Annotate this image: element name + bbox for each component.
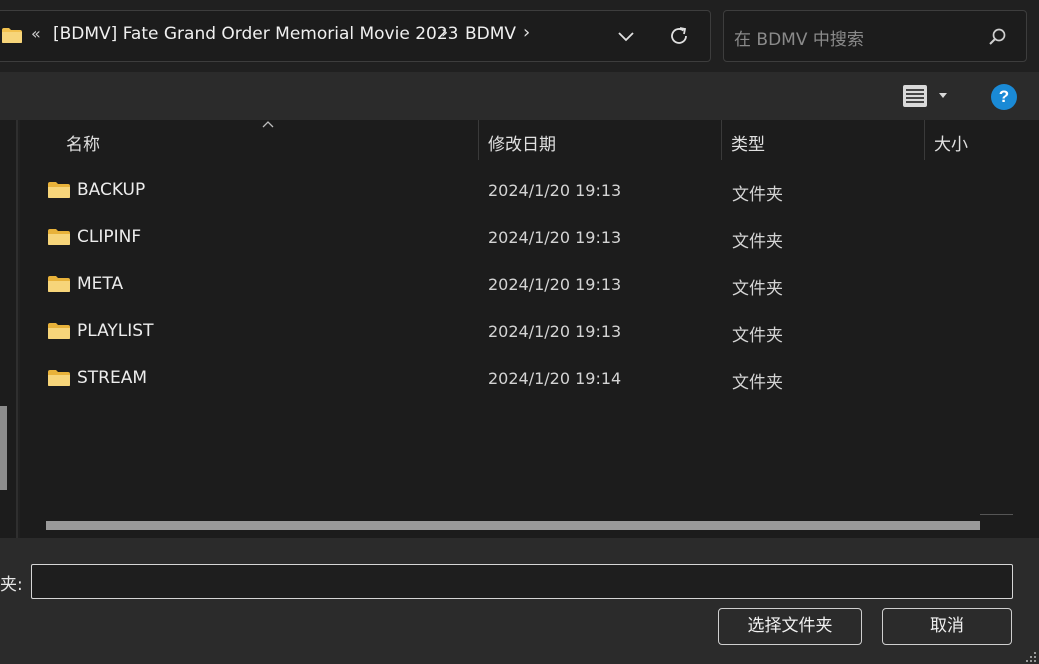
chevron-down-icon[interactable] — [615, 25, 637, 47]
column-header-modified-label: 修改日期 — [488, 135, 556, 155]
help-icon[interactable]: ? — [991, 84, 1017, 110]
dialog-footer: 夹: 选择文件夹 取消 — [0, 538, 1039, 664]
scrollbar-corner — [980, 514, 1013, 515]
folder-field-label: 夹: — [0, 575, 23, 595]
file-list: 名称 修改日期 类型 大小 BACKUP 2024/1/20 19:13 文件夹… — [20, 120, 1039, 538]
file-name: CLIPINF — [77, 227, 142, 247]
search-box[interactable]: 在 BDMV 中搜索 — [723, 10, 1027, 62]
folder-icon — [48, 182, 70, 198]
view-options-icon[interactable] — [902, 84, 928, 108]
file-name: META — [77, 274, 124, 294]
file-type: 文件夹 — [732, 232, 783, 252]
resize-grip-icon[interactable] — [1022, 648, 1038, 664]
folder-name-input[interactable] — [31, 564, 1013, 599]
folder-icon — [48, 323, 70, 339]
caret-down-icon[interactable] — [938, 92, 948, 100]
file-row[interactable]: PLAYLIST 2024/1/20 19:13 文件夹 — [20, 308, 1039, 355]
file-modified: 2024/1/20 19:13 — [488, 181, 622, 200]
address-bar-area: « [BDMV] Fate Grand Order Memorial Movie… — [0, 0, 1039, 72]
toolbar: ? — [0, 72, 1039, 120]
file-row[interactable]: STREAM 2024/1/20 19:14 文件夹 — [20, 355, 1039, 402]
select-folder-button[interactable]: 选择文件夹 — [718, 608, 862, 645]
file-type: 文件夹 — [732, 185, 783, 205]
file-name: BACKUP — [77, 180, 146, 200]
breadcrumb-separator[interactable]: › — [523, 22, 530, 43]
sort-ascending-icon — [262, 121, 274, 128]
horizontal-scrollbar-thumb[interactable] — [46, 521, 980, 530]
folder-icon — [48, 370, 70, 386]
breadcrumb-separator[interactable]: › — [441, 22, 448, 43]
file-name: PLAYLIST — [77, 321, 154, 341]
breadcrumb-item-parent[interactable]: [BDMV] Fate Grand Order Memorial Movie 2… — [53, 24, 458, 44]
file-type: 文件夹 — [732, 373, 783, 393]
column-header-type[interactable]: 类型 — [722, 120, 924, 164]
cancel-button[interactable]: 取消 — [882, 608, 1012, 645]
file-modified: 2024/1/20 19:13 — [488, 275, 622, 294]
file-modified: 2024/1/20 19:13 — [488, 322, 622, 341]
column-header-size[interactable]: 大小 — [925, 120, 1039, 164]
column-header-name[interactable]: 名称 — [20, 120, 478, 164]
column-header-modified[interactable]: 修改日期 — [479, 120, 721, 164]
file-row[interactable]: CLIPINF 2024/1/20 19:13 文件夹 — [20, 214, 1039, 261]
folder-icon — [48, 229, 70, 245]
refresh-icon[interactable] — [667, 24, 691, 48]
navigation-scrollbar-thumb[interactable] — [0, 406, 7, 490]
column-header-size-label: 大小 — [934, 135, 968, 155]
folder-icon — [48, 276, 70, 292]
file-row[interactable]: BACKUP 2024/1/20 19:13 文件夹 — [20, 167, 1039, 214]
overflow-chevron-icon[interactable]: « — [31, 24, 41, 43]
file-modified: 2024/1/20 19:13 — [488, 228, 622, 247]
folder-icon — [2, 28, 22, 43]
breadcrumb-item-current[interactable]: BDMV — [465, 24, 516, 44]
column-header-type-label: 类型 — [731, 135, 765, 155]
file-name: STREAM — [77, 368, 148, 388]
file-type: 文件夹 — [732, 279, 783, 299]
file-modified: 2024/1/20 19:14 — [488, 369, 622, 388]
search-input[interactable]: 在 BDMV 中搜索 — [734, 25, 864, 50]
file-row[interactable]: META 2024/1/20 19:13 文件夹 — [20, 261, 1039, 308]
file-type: 文件夹 — [732, 326, 783, 346]
search-icon[interactable] — [986, 26, 1008, 48]
column-header-name-label: 名称 — [66, 135, 100, 155]
address-bar[interactable]: « [BDMV] Fate Grand Order Memorial Movie… — [0, 10, 711, 62]
